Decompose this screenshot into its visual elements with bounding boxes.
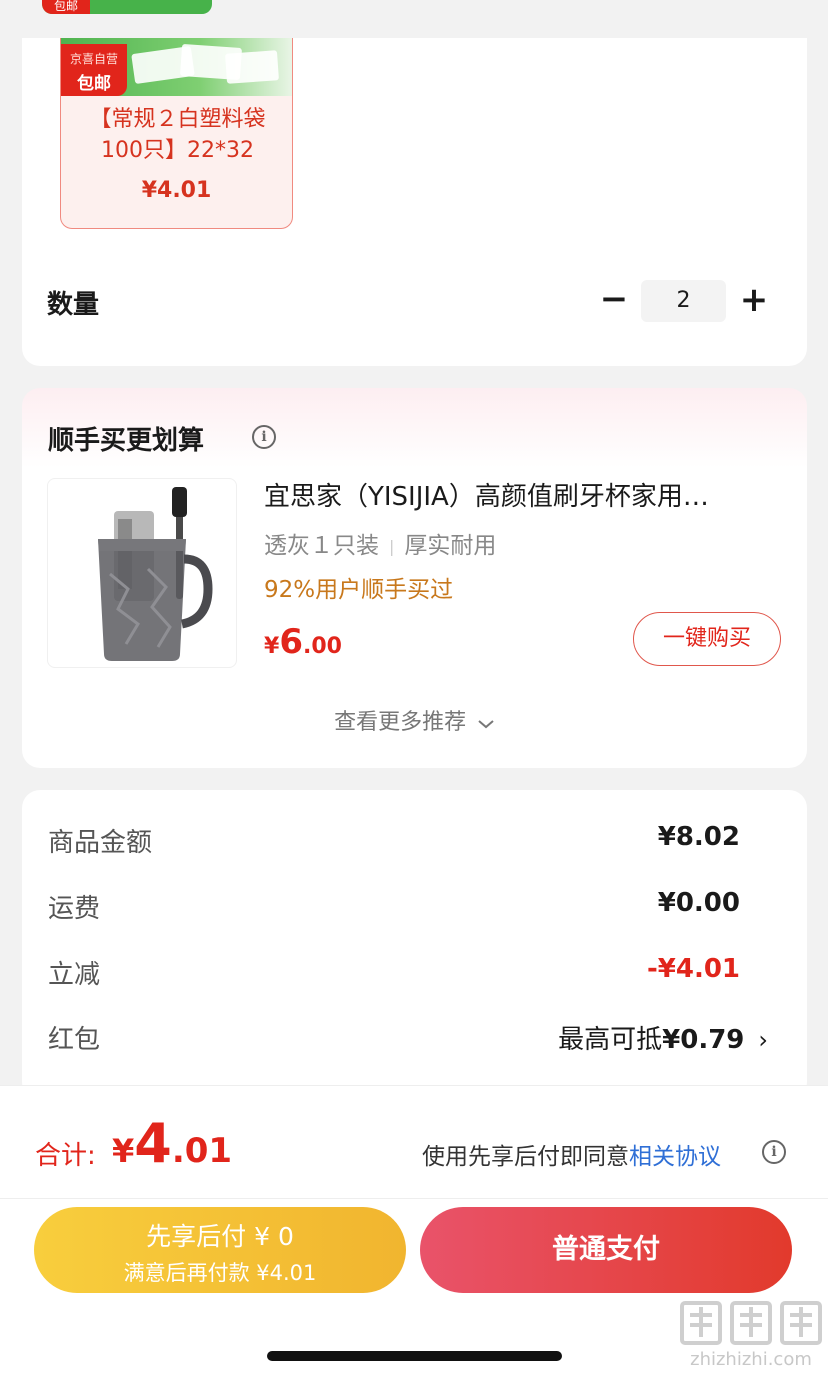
total-integer: 4 (134, 1112, 172, 1175)
divider (0, 1198, 828, 1199)
badge-line2: 包邮 (77, 74, 111, 94)
agreement-text: 使用先享后付即同意相关协议 (422, 1137, 721, 1171)
gift-price: ¥4.01 (141, 178, 212, 203)
summary-value-shipping: ¥0.00 (657, 888, 740, 918)
price-currency: ¥ (264, 634, 280, 659)
gift-title: 【常规２白塑料袋100只】22*32 (89, 107, 266, 163)
summary-value-discount: -¥4.01 (646, 954, 740, 984)
agreement-info-icon[interactable]: i (762, 1140, 786, 1164)
agreement-link[interactable]: 相关协议 (629, 1144, 721, 1170)
quantity-minus-button[interactable]: − (598, 282, 630, 318)
more-recommend-link[interactable]: 查看更多推荐 (0, 704, 828, 736)
home-indicator (267, 1351, 562, 1361)
total-label: 合计: (35, 1141, 96, 1171)
total-amount: ¥4.01 (112, 1112, 232, 1175)
top-promo-tag: 包邮 (42, 0, 212, 14)
summary-label-shipping: 运费 (48, 894, 101, 924)
summary-label-redpacket: 红包 (48, 1025, 101, 1055)
summary-value-goods: ¥8.02 (657, 822, 740, 852)
price-integer: 6 (279, 622, 303, 662)
watermark-icon (680, 1301, 822, 1345)
watermark-text: zhizhizhi.com (690, 1349, 812, 1370)
summary-label-discount: 立减 (48, 960, 101, 990)
info-icon[interactable]: i (252, 425, 276, 449)
agreement-prefix: 使用先享后付即同意 (422, 1144, 629, 1170)
spec-separator: | (389, 537, 395, 556)
jd-self-operated-badge: 京喜自营 包邮 (61, 44, 127, 96)
badge-line1: 京喜自营 (69, 52, 118, 66)
total-decimal: .01 (171, 1131, 233, 1171)
quantity-plus-button[interactable]: + (738, 280, 770, 320)
redpacket-value: ¥0.79 (662, 1025, 745, 1055)
quantity-label: 数量 (47, 290, 100, 320)
price-decimal: .00 (302, 634, 342, 659)
quantity-input[interactable]: 2 (641, 280, 726, 322)
recommend-title: 顺手买更划算 (48, 426, 205, 456)
one-click-buy-button[interactable]: 一键购买 (633, 612, 781, 666)
product-price: ¥6.00 (264, 622, 342, 662)
chevron-right-icon: › (758, 1026, 768, 1054)
pay-later-subtitle: 满意后再付款 ¥4.01 (123, 1261, 317, 1285)
more-recommend-label: 查看更多推荐 (334, 710, 467, 735)
product-name[interactable]: 宜思家（YISIJIA）高颜值刷牙杯家用… (264, 476, 764, 513)
summary-label-goods: 商品金额 (48, 828, 153, 858)
redpacket-prefix: 最高可抵 (558, 1025, 663, 1055)
gift-card[interactable]: 京喜自营 包邮 【常规２白塑料袋100只】22*32 ¥4.01 (60, 38, 293, 229)
top-tag-label: 包邮 (42, 0, 90, 14)
product-spec-feature: 厚实耐用 (404, 533, 497, 559)
chevron-down-icon (472, 713, 494, 734)
pay-later-title: 先享后付 ¥ 0 (146, 1222, 294, 1251)
total-currency: ¥ (112, 1132, 135, 1170)
product-spec: 透灰１只装 | 厚实耐用 (264, 526, 496, 560)
redpacket-selector[interactable]: 最高可抵¥0.79 › (558, 1019, 768, 1056)
watermark-logo: zhizhizhi.com (676, 1297, 826, 1377)
toothbrush-cup-icon (98, 487, 213, 661)
product-bought-rate: 92%用户顺手买过 (264, 577, 454, 603)
pay-later-button[interactable]: 先享后付 ¥ 0 满意后再付款 ¥4.01 (34, 1207, 406, 1293)
normal-pay-button[interactable]: 普通支付 (420, 1207, 792, 1293)
toothbrush-cup-image[interactable] (47, 478, 237, 668)
product-spec-color: 透灰１只装 (264, 533, 379, 559)
